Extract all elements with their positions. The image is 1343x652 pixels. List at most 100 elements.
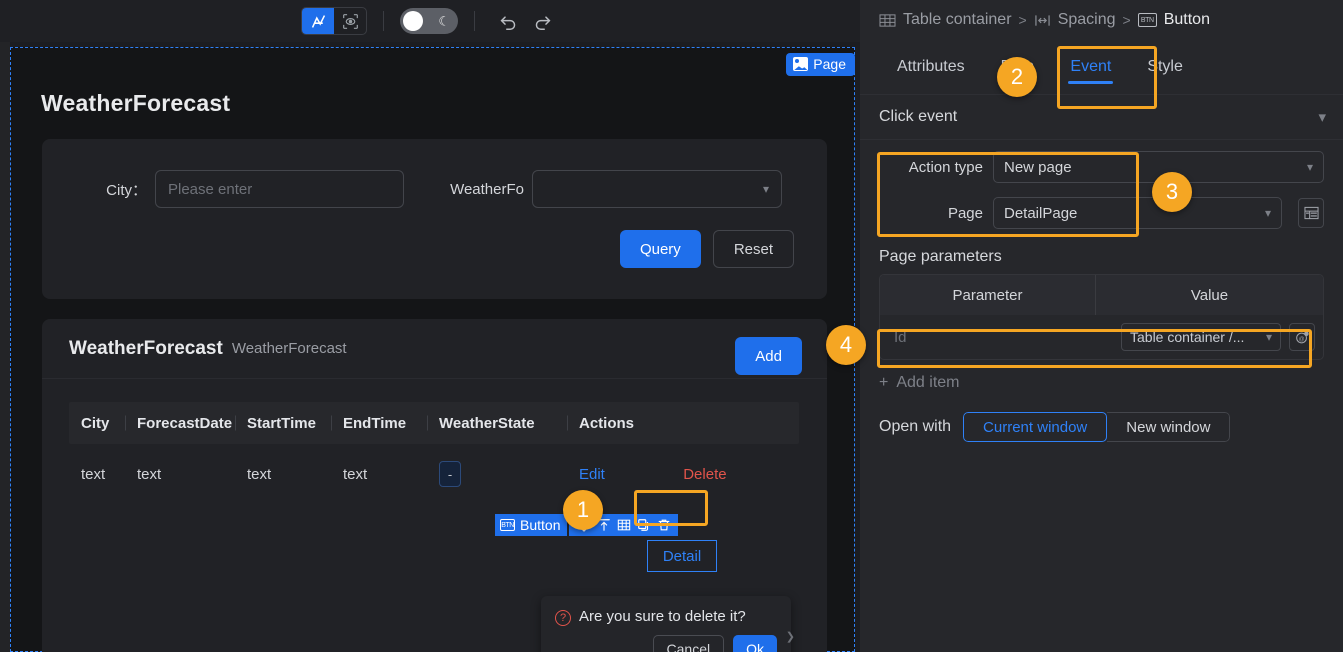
column-header-forecastdate: ForecastDate [125, 415, 235, 432]
tab-style[interactable]: Style [1129, 41, 1201, 93]
breadcrumb-separator-2: > [1122, 12, 1131, 28]
column-header-starttime: StartTime [235, 415, 331, 432]
chevron-down-icon: ▾ [1265, 330, 1272, 344]
data-table: City ForecastDate StartTime EndTime Weat… [69, 402, 799, 504]
step-badge-4: 4 [826, 325, 866, 365]
cell-city: text [81, 465, 106, 483]
page-canvas[interactable]: Page WeatherForecast City： Please enter … [10, 47, 855, 652]
spacing-icon [1034, 13, 1051, 28]
step-badge-3: 3 [1152, 172, 1192, 212]
cell-endtime: text [343, 465, 368, 483]
weather-state-select[interactable]: ▾ [532, 170, 782, 208]
click-event-section-header[interactable]: Click event ▾ [860, 95, 1343, 140]
action-type-value: New page [1004, 158, 1072, 176]
theme-toggle[interactable]: ☾ [400, 8, 458, 34]
weather-state-tag: - [439, 461, 461, 487]
left-gutter [0, 0, 10, 652]
add-item-button[interactable]: + Add item [879, 374, 1343, 392]
app-root: ☾ Page WeatherForecast City： Please ente… [0, 0, 1343, 652]
tab-event[interactable]: Event [1052, 41, 1129, 93]
editor-toolbar: ☾ [0, 0, 860, 42]
page-icon [793, 57, 809, 71]
element-type-label: Button [520, 517, 561, 533]
page-parameters-header: Parameter Value [880, 275, 1323, 315]
column-header-parameter: Parameter [952, 286, 1023, 304]
breadcrumb-label-button: Button [1163, 11, 1210, 28]
toolbar-divider-2 [474, 11, 475, 31]
column-header-actions: Actions [567, 415, 687, 432]
preview-eye-icon [342, 13, 358, 29]
cell-forecastdate: text [137, 465, 162, 483]
city-input[interactable]: Please enter [155, 170, 404, 208]
popconfirm-cancel-button[interactable]: Cancel [652, 635, 725, 652]
breadcrumb-label-spacing: Spacing [1057, 11, 1116, 28]
undo-button[interactable] [491, 7, 525, 35]
action-type-row: Action type New page ▾ [879, 150, 1343, 184]
city-input-placeholder: Please enter [168, 180, 253, 198]
preview-mode-button[interactable] [334, 8, 366, 34]
popconfirm-message-row: ? Are you sure to delete it? [541, 596, 791, 626]
query-button[interactable]: Query [619, 230, 701, 268]
column-header-city: City [81, 414, 110, 432]
parameter-name-input[interactable]: Id [888, 329, 1113, 346]
open-with-new-window[interactable]: New window [1107, 412, 1231, 442]
copy-icon[interactable] [635, 517, 652, 534]
table-row: text text text text - Edit Detail Delete [69, 444, 799, 504]
table-icon[interactable] [615, 517, 632, 534]
page-title: WeatherForecast [41, 90, 231, 116]
breadcrumb-item-button[interactable]: BTN Button [1137, 11, 1210, 29]
tab-attributes[interactable]: Attributes [879, 41, 983, 93]
breadcrumb-item-table-container[interactable]: Table container [879, 11, 1012, 29]
open-with-label: Open with [879, 418, 952, 435]
page-preview-icon[interactable] [1298, 198, 1324, 228]
open-with-current-window[interactable]: Current window [963, 412, 1108, 442]
search-actions: Query Reset [619, 230, 794, 268]
popconfirm-message: Are you sure to delete it? [579, 608, 746, 625]
search-fields-row: City： Please enter WeatherFo ▾ [42, 169, 827, 209]
open-with-segmented-control: Current window New window [963, 412, 1231, 442]
chevron-down-icon: ▾ [1264, 206, 1271, 220]
element-type-tag: BTN Button [495, 514, 568, 536]
reset-button[interactable]: Reset [712, 230, 794, 268]
properties-panel: Table container > Spacing > BTN Button A… [860, 0, 1343, 652]
row-edit-link[interactable]: Edit [579, 466, 605, 483]
table-card-subtitle: WeatherForecast [231, 340, 347, 357]
button-icon: BTN [1137, 13, 1157, 27]
popconfirm-actions: Cancel Ok [541, 626, 791, 652]
delete-icon[interactable] [655, 517, 672, 534]
row-delete-link[interactable]: Delete [683, 466, 726, 483]
mode-toggle-group [301, 7, 367, 35]
selected-detail-label: Detail [662, 547, 702, 565]
breadcrumb-item-spacing[interactable]: Spacing [1034, 11, 1116, 29]
moon-icon: ☾ [438, 13, 450, 29]
popconfirm-ok-button[interactable]: Ok [733, 635, 777, 652]
page-badge[interactable]: Page [786, 53, 855, 76]
column-header-endtime: EndTime [331, 415, 427, 432]
svg-text:@: @ [1298, 336, 1304, 342]
redo-arrow-icon [535, 15, 550, 30]
table-card-title: WeatherForecast [69, 337, 223, 359]
column-header-weatherstate: WeatherState [427, 415, 567, 432]
cell-actions: Edit Detail Delete [567, 466, 767, 483]
page-parameters-table: Parameter Value Id Table container /... … [879, 274, 1324, 360]
plus-icon: + [879, 374, 889, 391]
city-label: City： [106, 181, 147, 199]
design-mode-button[interactable] [302, 8, 334, 34]
canvas-pane: ☾ Page WeatherForecast City： Please ente… [0, 0, 860, 652]
redo-button[interactable] [525, 7, 559, 35]
selected-detail-button[interactable]: Detail [647, 540, 717, 572]
parameter-value-select[interactable]: Table container /... ▾ [1121, 323, 1281, 351]
add-button[interactable]: Add [735, 337, 802, 375]
step-badge-1: 1 [563, 490, 603, 530]
toolbar-divider-1 [383, 11, 384, 31]
design-tool-icon [311, 14, 325, 28]
page-select[interactable]: DetailPage ▾ [993, 197, 1282, 229]
popconfirm-expand-arrow: ❯ [785, 631, 795, 643]
chevron-down-icon[interactable]: ▾ [1318, 110, 1326, 125]
page-badge-label: Page [813, 56, 846, 72]
page-row: Page DetailPage ▾ [879, 196, 1343, 230]
delete-popconfirm: ? Are you sure to delete it? Cancel Ok ❯ [541, 596, 795, 652]
add-item-label: Add item [896, 374, 960, 391]
chevron-down-icon: ▾ [762, 182, 769, 196]
at-binding-icon[interactable]: @ [1289, 323, 1315, 351]
